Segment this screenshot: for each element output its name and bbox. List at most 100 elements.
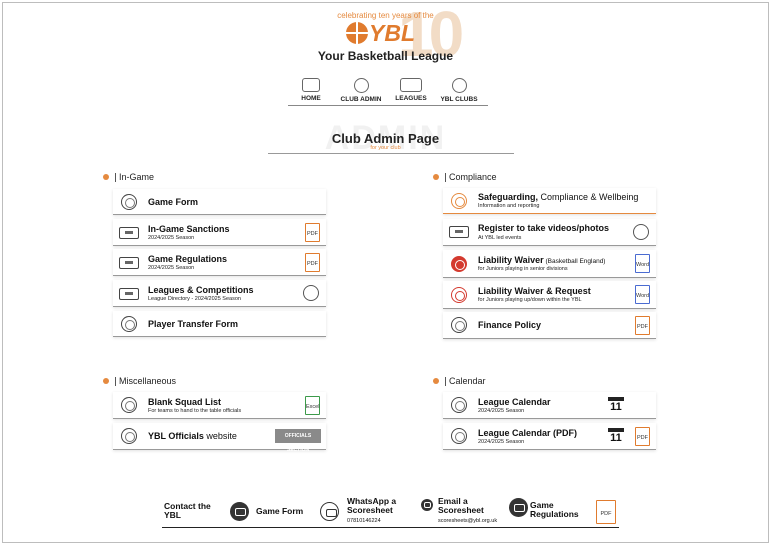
- card-subtitle: For teams to hand to the table officials: [148, 408, 242, 414]
- section-heading-label: Calendar: [449, 376, 486, 386]
- card-player-transfer-form[interactable]: Player Transfer Form: [113, 311, 326, 337]
- card-finance-policy[interactable]: Finance Policy PDF: [443, 312, 656, 339]
- card-subtitle: League Directory - 2024/2025 Season: [148, 296, 241, 302]
- logo-text: YBL: [369, 20, 415, 46]
- calendar-icon: [451, 397, 467, 413]
- footer-regulations-link[interactable]: Game Regulations: [530, 501, 590, 519]
- brand-name: Your Basketball League: [317, 49, 454, 63]
- card-subtitle: 2024/2025 Season: [478, 439, 525, 445]
- divider-bar: [115, 376, 116, 386]
- card-subtitle: 2024/2025 Season: [148, 235, 195, 241]
- shield-icon: [451, 193, 467, 209]
- court-icon: [119, 257, 139, 269]
- court-icon: [400, 78, 422, 92]
- calendar-day-icon: 11: [608, 428, 624, 444]
- card-ybl-officials[interactable]: YBL Officials website OFFICIALS SECTION: [113, 423, 326, 453]
- bullet-icon: [433, 174, 439, 180]
- pdf-icon[interactable]: PDF: [635, 316, 650, 335]
- nav-club-admin-label: CLUB ADMIN: [340, 96, 382, 103]
- section-heading-label: In-Game: [119, 172, 155, 182]
- user-icon: [353, 78, 369, 93]
- card-liability-waiver[interactable]: Liability Waiver (Basketball England) fo…: [443, 250, 656, 278]
- form-icon[interactable]: [633, 224, 649, 240]
- card-title: League Calendar: [478, 397, 551, 407]
- camera-icon: [449, 226, 469, 238]
- footer-contact-label: Contact the YBL: [164, 501, 211, 520]
- section-heading-misc: Miscellaneous: [103, 376, 176, 386]
- card-league-calendar[interactable]: League Calendar 2024/2025 Season 11: [443, 392, 656, 419]
- officials-icon: [121, 428, 137, 444]
- card-register-videos[interactable]: Register to take videos/photos At YBL le…: [443, 219, 656, 246]
- card-league-calendar-pdf[interactable]: League Calendar (PDF) 2024/2025 Season 1…: [443, 423, 656, 450]
- card-title: YBL Officials: [148, 431, 204, 441]
- basketball-icon: [346, 22, 368, 44]
- card-subtitle: At YBL led events: [478, 235, 522, 241]
- nav-home[interactable]: HOME: [296, 78, 326, 102]
- card-subtitle: for Juniors playing in senior divisions: [478, 266, 568, 272]
- court-icon: [119, 227, 139, 239]
- divider-bar: [445, 376, 446, 386]
- pdf-icon[interactable]: PDF: [305, 223, 320, 242]
- card-subtitle: Information and reporting: [478, 203, 540, 209]
- basketball-england-icon: [451, 256, 467, 272]
- footer-whatsapp-label: WhatsApp a Scoresheet: [347, 496, 397, 515]
- nav-club-admin[interactable]: CLUB ADMIN: [336, 78, 386, 103]
- card-in-game-sanctions[interactable]: In-Game Sanctions 2024/2025 Season PDF: [113, 219, 326, 246]
- nav-ybl-clubs[interactable]: YBL CLUBS: [436, 78, 482, 103]
- card-title: Register to take videos/photos: [478, 223, 610, 233]
- card-title: Liability Waiver & Request: [478, 286, 591, 296]
- regulations-icon[interactable]: [509, 498, 528, 517]
- whatsapp-icon[interactable]: [320, 502, 339, 521]
- phone-icon: [421, 499, 433, 511]
- game-form-icon[interactable]: [230, 502, 249, 521]
- excel-icon[interactable]: Excel: [305, 396, 320, 415]
- pdf-icon[interactable]: PDF: [635, 427, 650, 446]
- section-heading-compliance: Compliance: [433, 172, 497, 182]
- title-divider: [268, 153, 514, 154]
- transfer-icon: [121, 316, 137, 332]
- court-icon: [119, 288, 139, 300]
- card-title-rest: Compliance & Wellbeing: [538, 192, 639, 202]
- bullet-icon: [103, 378, 109, 384]
- divider-bar: [445, 172, 446, 182]
- nav-leagues[interactable]: LEAGUES: [392, 78, 430, 102]
- word-icon[interactable]: Word: [635, 285, 650, 304]
- nav-leagues-label: LEAGUES: [395, 95, 427, 102]
- calendar-icon: [451, 428, 467, 444]
- word-icon[interactable]: Word: [635, 254, 650, 273]
- basketball-icon: [303, 285, 319, 301]
- main-nav: HOME CLUB ADMIN LEAGUES YBL CLUBS: [288, 78, 488, 106]
- form-icon: [121, 194, 137, 210]
- nav-ybl-clubs-label: YBL CLUBS: [440, 96, 478, 103]
- card-title: In-Game Sanctions: [148, 224, 230, 234]
- card-title: League Calendar (PDF): [478, 428, 578, 438]
- card-title-note: (Basketball England): [543, 258, 606, 265]
- calendar-day-icon: 11: [608, 397, 624, 413]
- card-leagues-competitions[interactable]: Leagues & Competitions League Directory …: [113, 280, 326, 307]
- card-blank-squad-list[interactable]: Blank Squad List For teams to hand to th…: [113, 392, 326, 419]
- card-safeguarding[interactable]: Safeguarding, Compliance & Wellbeing Inf…: [443, 188, 656, 214]
- pdf-icon[interactable]: PDF: [305, 253, 320, 272]
- card-title: Player Transfer Form: [148, 319, 239, 329]
- card-liability-waiver-request[interactable]: Liability Waiver & Request for Juniors p…: [443, 281, 656, 309]
- bullet-icon: [103, 174, 109, 180]
- footer-whatsapp-number: 07810146224: [347, 518, 381, 524]
- nav-home-label: HOME: [301, 95, 321, 102]
- divider-bar: [115, 172, 116, 182]
- footer-whatsapp-link[interactable]: WhatsApp a Scoresheet 07810146224: [347, 497, 412, 526]
- card-subtitle: 2024/2025 Season: [148, 265, 195, 271]
- card-game-regulations[interactable]: Game Regulations 2024/2025 Season PDF: [113, 249, 326, 276]
- card-title: Liability Waiver: [478, 255, 544, 265]
- section-heading-ingame: In-Game: [103, 172, 154, 182]
- section-heading-calendar: Calendar: [433, 376, 486, 386]
- pdf-icon[interactable]: PDF: [596, 500, 616, 524]
- card-title: Game Form: [148, 197, 199, 207]
- officials-logo[interactable]: OFFICIALS SECTION: [275, 429, 321, 453]
- footer-email-link[interactable]: Email a Scoresheet scoresheets@ybl.org.u…: [438, 497, 513, 526]
- card-title: Blank Squad List: [148, 397, 222, 407]
- card-title: Leagues & Competitions: [148, 285, 254, 295]
- card-game-form[interactable]: Game Form: [113, 189, 326, 215]
- page-subtitle: for your club: [370, 145, 401, 151]
- footer-game-form-link[interactable]: Game Form: [256, 507, 303, 516]
- celebration-text: celebrating ten years of the: [337, 11, 434, 20]
